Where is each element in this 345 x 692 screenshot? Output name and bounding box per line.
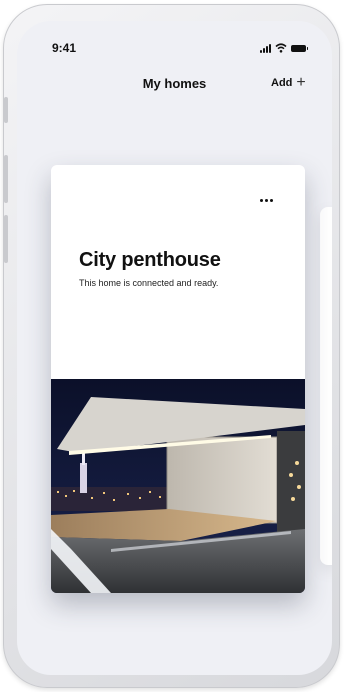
home-name: City penthouse — [79, 249, 221, 271]
wifi-icon — [275, 43, 287, 53]
status-icons — [260, 43, 308, 53]
screen: 9:41 My homes Add + City penthouse This … — [17, 21, 332, 675]
status-time: 9:41 — [52, 41, 77, 55]
more-options-button[interactable] — [256, 195, 277, 206]
battery-icon — [291, 45, 308, 52]
more-dots-icon — [260, 199, 263, 202]
home-status: This home is connected and ready. — [79, 278, 219, 288]
plus-icon: + — [296, 74, 306, 91]
penthouse-photo — [51, 379, 305, 593]
add-label: Add — [271, 77, 293, 89]
next-home-card[interactable] — [320, 207, 332, 565]
volume-down-button — [4, 215, 8, 263]
mute-switch — [4, 97, 8, 123]
home-card[interactable]: City penthouse This home is connected an… — [51, 165, 305, 593]
add-home-button[interactable]: Add + — [271, 75, 306, 91]
phone-frame: 9:41 My homes Add + City penthouse This … — [3, 4, 340, 688]
signal-icon — [260, 44, 271, 53]
volume-up-button — [4, 155, 8, 203]
